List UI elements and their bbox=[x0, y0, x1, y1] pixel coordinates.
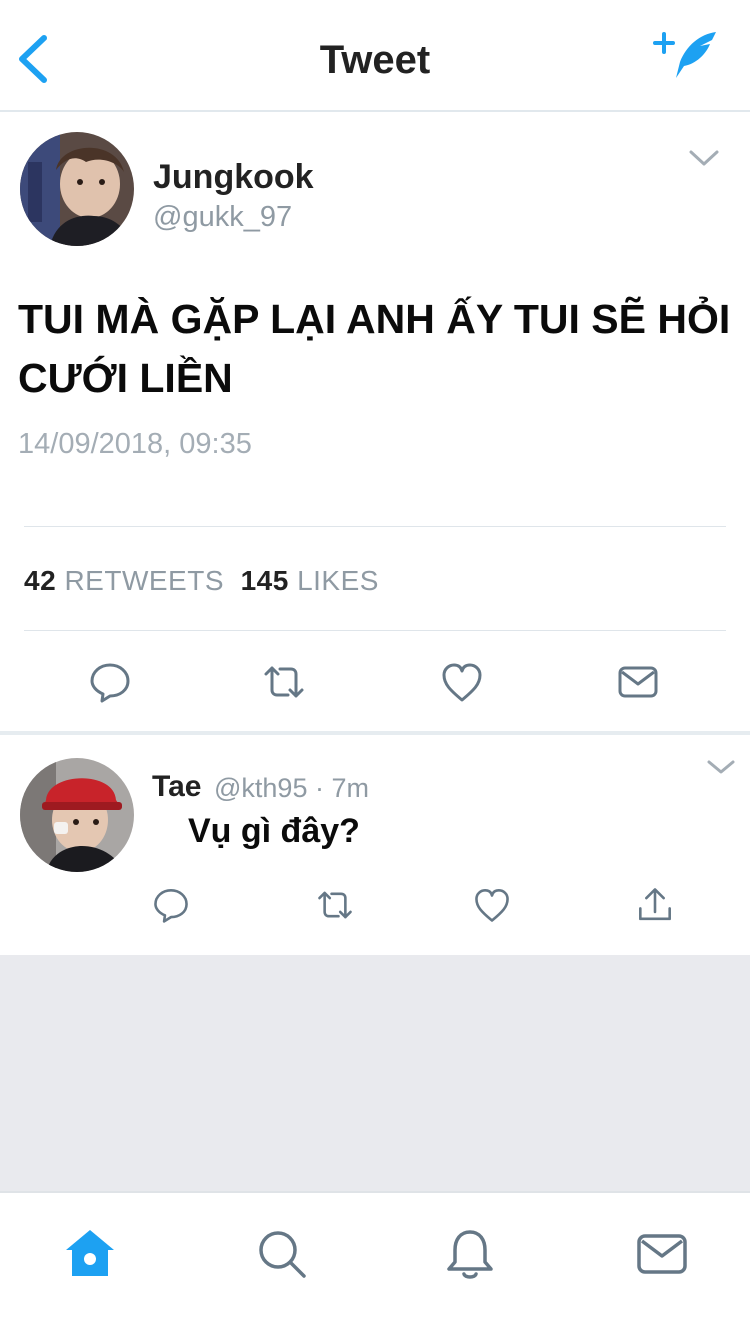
like-icon[interactable] bbox=[473, 886, 511, 924]
reply-icon[interactable] bbox=[88, 660, 132, 704]
likes-count[interactable]: 145 bbox=[241, 565, 289, 596]
like-icon[interactable] bbox=[440, 660, 484, 704]
tweet-stats: 42 RETWEETS 145 LIKES bbox=[24, 565, 379, 597]
divider bbox=[24, 630, 726, 631]
retweet-icon[interactable] bbox=[262, 660, 306, 704]
retweets-count[interactable]: 42 bbox=[24, 565, 56, 596]
share-icon[interactable] bbox=[636, 886, 674, 924]
messages-icon[interactable] bbox=[634, 1226, 690, 1282]
tweet-text-line: CƯỚI LIỀN bbox=[18, 355, 233, 401]
avatar[interactable] bbox=[20, 132, 134, 246]
tweet-text-line: TUI MÀ GẶP LẠI ANH ẤY TUI SẼ HỎI bbox=[18, 296, 731, 342]
tweet-timestamp: 14/09/2018, 09:35 bbox=[18, 428, 252, 460]
empty-area bbox=[0, 955, 750, 1191]
chevron-down-icon[interactable] bbox=[706, 758, 736, 776]
avatar[interactable] bbox=[20, 758, 134, 872]
reply-meta: @kth95 · 7m bbox=[214, 773, 369, 803]
message-icon[interactable] bbox=[616, 660, 660, 704]
section-separator bbox=[0, 731, 750, 735]
compose-tweet-icon[interactable] bbox=[650, 28, 722, 84]
retweet-icon[interactable] bbox=[316, 886, 354, 924]
tweet-text: TUI MÀ GẶP LẠI ANH ẤY TUI SẼ HỎI CƯỚI LI… bbox=[18, 290, 738, 408]
top-bar: Tweet bbox=[0, 0, 750, 112]
author-handle[interactable]: @gukk_97 bbox=[153, 201, 292, 234]
notifications-icon[interactable] bbox=[442, 1226, 498, 1282]
retweets-label[interactable]: RETWEETS bbox=[64, 565, 224, 596]
tab-bar bbox=[0, 1191, 750, 1334]
likes-label[interactable]: LIKES bbox=[297, 565, 379, 596]
page-title: Tweet bbox=[319, 38, 431, 82]
home-icon[interactable] bbox=[62, 1226, 118, 1282]
chevron-down-icon[interactable] bbox=[688, 148, 720, 168]
author-name[interactable]: Jungkook bbox=[153, 158, 314, 197]
reply-text: Vụ gì đây? bbox=[188, 812, 360, 850]
divider bbox=[24, 526, 726, 527]
search-icon[interactable] bbox=[254, 1226, 310, 1282]
reply-icon[interactable] bbox=[152, 886, 190, 924]
reply-author-name[interactable]: Tae bbox=[152, 770, 201, 804]
